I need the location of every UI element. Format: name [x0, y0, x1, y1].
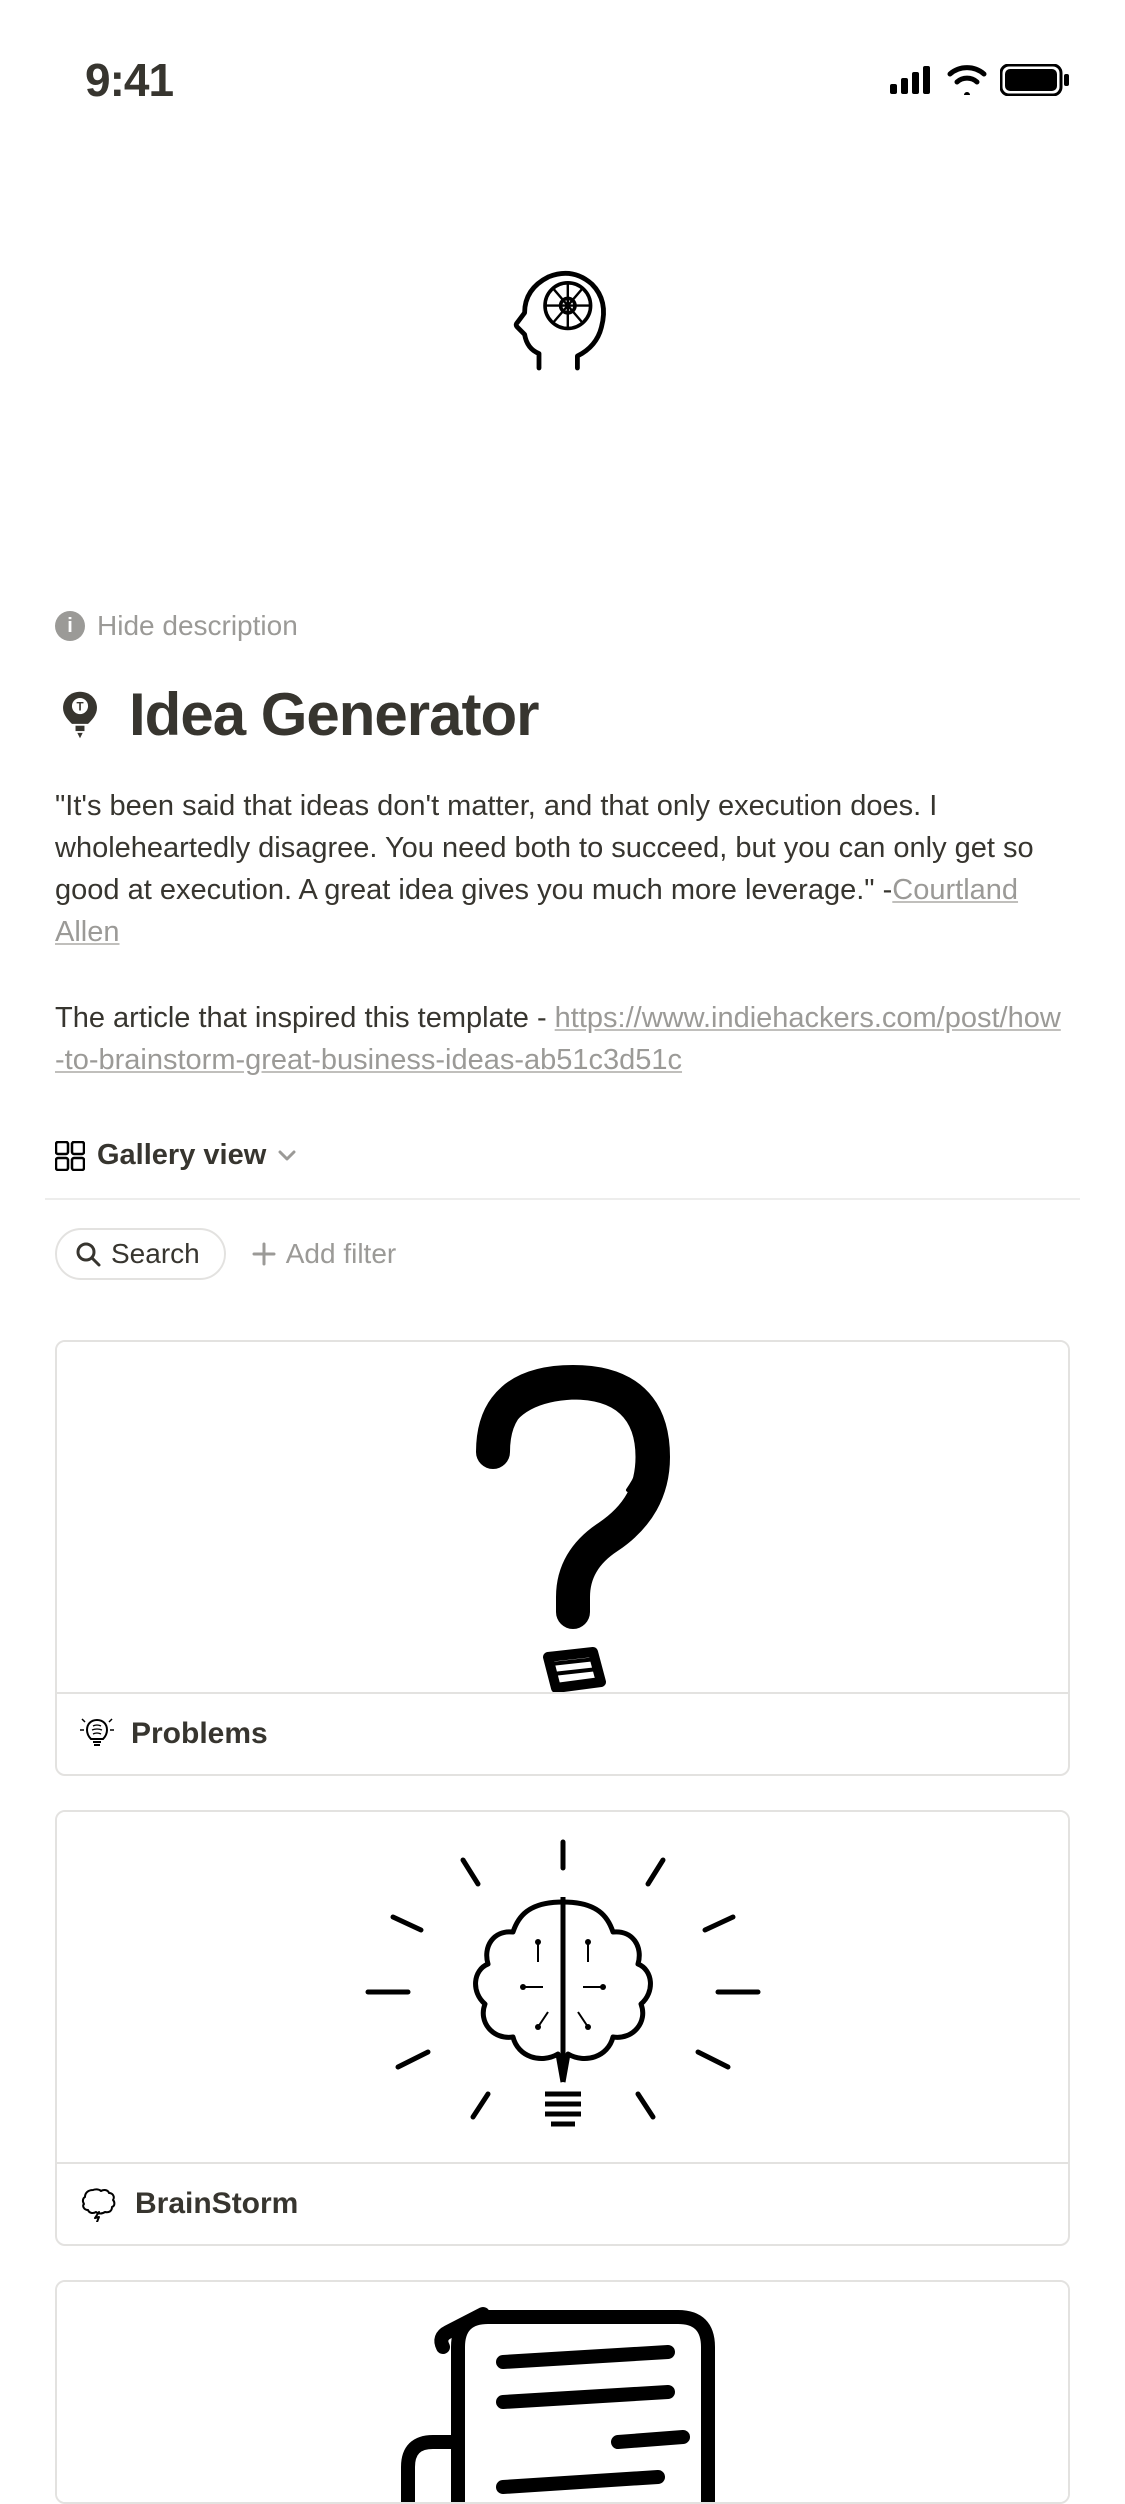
add-filter-label: Add filter — [286, 1238, 397, 1270]
info-icon: i — [55, 611, 85, 641]
card-title: BrainStorm — [135, 2187, 298, 2221]
add-filter-button[interactable]: Add filter — [252, 1238, 397, 1270]
gallery-card[interactable] — [55, 2280, 1070, 2504]
card-cover — [57, 2282, 1068, 2502]
cellular-icon — [890, 66, 934, 94]
view-selector[interactable]: Gallery view — [55, 1139, 1070, 1172]
battery-icon — [1000, 64, 1070, 96]
page-title: Idea Generator — [129, 680, 539, 749]
card-title: Problems — [131, 1717, 268, 1751]
gallery-card[interactable]: Problems — [55, 1340, 1070, 1776]
document-stack-icon — [348, 2292, 778, 2504]
brain-bulb-small-icon — [79, 1716, 115, 1752]
plus-icon — [252, 1242, 276, 1266]
search-icon — [75, 1241, 101, 1267]
brain-bulb-icon — [313, 1812, 813, 2162]
quote-text: "It's been said that ideas don't matter,… — [55, 785, 1070, 953]
search-label: Search — [111, 1238, 200, 1270]
gallery-icon — [55, 1141, 85, 1171]
hide-description-button[interactable]: i Hide description — [55, 610, 1070, 642]
hide-description-label: Hide description — [97, 610, 298, 642]
svg-text:T: T — [76, 700, 83, 713]
divider — [45, 1198, 1080, 1200]
status-time: 9:41 — [85, 53, 173, 107]
gallery-card[interactable]: BrainStorm — [55, 1810, 1070, 2246]
brain-lightning-icon — [79, 2186, 119, 2222]
view-label: Gallery view — [97, 1139, 266, 1172]
wifi-icon — [946, 65, 988, 95]
page-hero-icon[interactable] — [0, 170, 1125, 470]
head-brain-icon — [503, 260, 623, 380]
card-cover — [57, 1812, 1068, 2162]
status-bar: 9:41 — [0, 0, 1125, 130]
article-line: The article that inspired this template … — [55, 997, 1070, 1081]
question-mark-icon — [413, 1342, 713, 1692]
bulb-pin-icon: T — [55, 690, 105, 740]
chevron-down-icon — [278, 1150, 296, 1162]
status-icons — [890, 64, 1070, 96]
search-button[interactable]: Search — [55, 1228, 226, 1280]
card-cover — [57, 1342, 1068, 1692]
